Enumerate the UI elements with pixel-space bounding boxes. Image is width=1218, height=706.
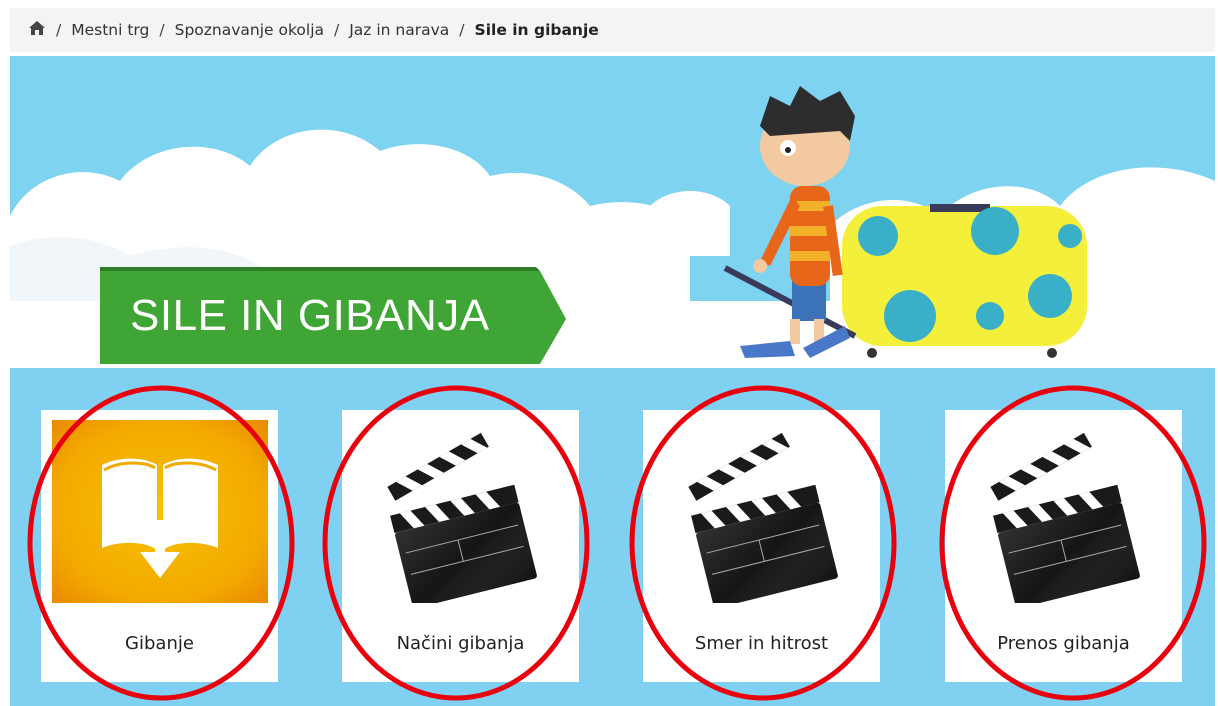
topic-tiles: Gibanje Načini gibanja Smer in hitrost P…	[10, 368, 1215, 706]
clapperboard-icon	[353, 420, 569, 610]
breadcrumb-current: Sile in gibanje	[474, 21, 599, 39]
breadcrumb-item-jaz-in-narava[interactable]: Jaz in narava	[349, 21, 449, 39]
banner-title-text: SILE IN GIBANJA	[130, 291, 490, 340]
breadcrumb-separator: /	[56, 21, 62, 39]
tile-label: Smer in hitrost	[694, 633, 829, 654]
breadcrumb-item-mestni-trg[interactable]: Mestni trg	[71, 21, 149, 39]
header-banner: SILE IN GIBANJA	[10, 56, 1215, 368]
banner-title: SILE IN GIBANJA	[100, 267, 566, 364]
tile-smer-in-hitrost[interactable]: Smer in hitrost	[643, 410, 880, 682]
tile-label: Gibanje	[125, 633, 194, 654]
book-download-icon	[52, 420, 268, 603]
tile-prenos-gibanja[interactable]: Prenos gibanja	[945, 410, 1182, 682]
breadcrumb-separator: /	[459, 21, 465, 39]
breadcrumb-separator: /	[334, 21, 340, 39]
tile-label: Načini gibanja	[396, 633, 525, 654]
tile-label: Prenos gibanja	[997, 633, 1130, 654]
tile-nacini-gibanja[interactable]: Načini gibanja	[342, 410, 579, 682]
breadcrumb-item-spoznavanje-okolja[interactable]: Spoznavanje okolja	[175, 21, 324, 39]
tile-gibanje[interactable]: Gibanje	[41, 410, 278, 682]
clapperboard-icon	[956, 420, 1172, 610]
breadcrumb: / Mestni trg / Spoznavanje okolja / Jaz …	[10, 8, 1215, 52]
home-icon[interactable]	[28, 20, 46, 40]
clapperboard-icon	[654, 420, 870, 610]
suitcase-illustration	[842, 204, 1087, 358]
breadcrumb-separator: /	[159, 21, 165, 39]
